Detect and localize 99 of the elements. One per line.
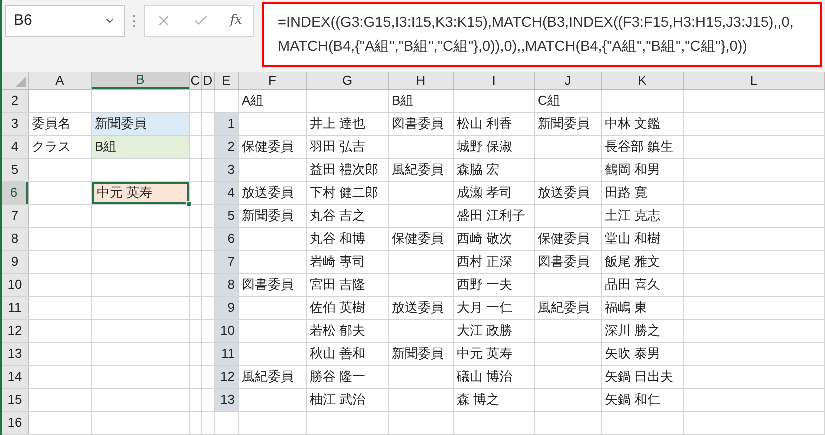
table-cell-text: 井上 達也 <box>309 115 367 134</box>
formula-text: MATCH(B4,{"A組","B組","C組"},0)),0),,MATCH(B4,{"A組","B組","C組"},0)) <box>278 38 748 56</box>
table-cell-text: 西崎 敬次 <box>456 230 514 248</box>
table-cell-text: C組 <box>537 92 562 110</box>
table-cell-text: 中元 英寿 <box>456 345 514 364</box>
table-cell-text: 勝谷 隆一 <box>309 368 367 386</box>
insert-function-button[interactable]: fx <box>230 11 242 31</box>
row-number-cell: 8 <box>215 274 238 296</box>
table-cell-text: 中林 文鑑 <box>604 115 662 134</box>
table-cell-text: 森脇 宏 <box>456 161 501 180</box>
table-cell: 中元 英寿 <box>92 182 189 204</box>
table-cell-text: 土江 克志 <box>604 207 662 226</box>
table-cell-text: 宮田 吉隆 <box>309 276 367 294</box>
row-header[interactable]: 6 <box>2 182 28 204</box>
row-header[interactable]: 8 <box>2 228 28 250</box>
table-cell-text: 新聞委員 <box>537 115 591 134</box>
table-cell-text: B組 <box>391 92 415 110</box>
table-cell-text: 風紀委員 <box>537 299 591 318</box>
row-number-cell: 10 <box>215 320 238 342</box>
row-header[interactable]: 12 <box>2 320 28 342</box>
table-cell-text: 風紀委員 <box>391 161 445 180</box>
table-cell-text: 放送委員 <box>241 184 295 202</box>
table-cell-text: 西野 一夫 <box>456 276 514 294</box>
formula-field[interactable]: =INDEX((G3:G15,I3:I15,K3:K15),MATCH(B3,INDEX((F3:F15,H3:H15,J3:J15),,0, MATCH(B4,{"A組","B組","C組"},0)),0),,MATCH(B4,{"A組","B組","C組"},0)) <box>262 2 822 67</box>
row-number-cell: 6 <box>215 228 238 250</box>
row-number-cell: 11 <box>215 343 238 365</box>
table-cell-text: 図書委員 <box>537 253 591 272</box>
row-header[interactable]: 2 <box>2 90 28 112</box>
row-header[interactable]: 14 <box>2 366 28 388</box>
table-cell-text: 松山 利香 <box>456 115 514 134</box>
row-header[interactable]: 16 <box>2 412 28 434</box>
table-cell-text: 福嶋 東 <box>604 299 649 318</box>
table-cell-text: 下村 健二郎 <box>309 184 380 202</box>
row-number-cell: 3 <box>215 159 238 181</box>
table-cell-text: 西村 正深 <box>456 253 514 272</box>
table-cell-text: 佐伯 英樹 <box>309 299 367 318</box>
table-cell-text: 放送委員 <box>537 184 591 202</box>
table-cell-text: 矢吹 泰男 <box>604 345 662 364</box>
table-cell-text: 大江 政勝 <box>456 322 514 340</box>
table-cell-text: 保健委員 <box>537 230 591 248</box>
table-cell-text: 礒山 博治 <box>456 368 514 386</box>
table-cell-text: 大月 一仁 <box>456 299 514 318</box>
row-number-cell: 12 <box>215 366 238 388</box>
table-cell-text: 風紀委員 <box>241 368 295 386</box>
table-cell-text: クラス <box>31 138 72 156</box>
table-cell-text: 矢鍋 日出夫 <box>604 368 675 386</box>
table-cell: B組 <box>92 136 189 158</box>
table-cell-text: 岩崎 專司 <box>309 253 367 272</box>
row-number-cell: 4 <box>215 182 238 204</box>
table-cell-text: 放送委員 <box>391 299 445 318</box>
table-cell-text: 深川 勝之 <box>604 322 662 340</box>
table-cell-text: 新聞委員 <box>391 345 445 364</box>
table-cell-text: 矢鍋 和仁 <box>604 391 662 410</box>
row-number-cell: 1 <box>215 113 238 135</box>
table-cell-text: 田路 寛 <box>604 184 649 202</box>
row-header[interactable]: 11 <box>2 297 28 319</box>
table-cell-text: 品田 喜久 <box>604 276 662 294</box>
table-cell-text: 成瀬 孝司 <box>456 184 514 202</box>
table-cell-text: 長谷部 鎮生 <box>604 138 675 156</box>
table-cell-text: 益田 禮次郎 <box>309 161 380 180</box>
row-number-cell: 9 <box>215 297 238 319</box>
table-cell-text: 新聞委員 <box>241 207 295 226</box>
table-cell-text: 秋山 善和 <box>309 345 367 364</box>
table-cell-text: 丸谷 和博 <box>309 230 367 248</box>
table-cell-text: 鶴岡 和男 <box>604 161 662 180</box>
table-cell-text: 図書委員 <box>241 276 295 294</box>
cell-reference: B6 <box>14 10 32 31</box>
table-cell-text: 若松 郁夫 <box>309 322 367 340</box>
table-cell-text: 森 博之 <box>456 391 501 410</box>
table-cell-text: 柚江 武治 <box>309 391 367 410</box>
table-cell-text: 保健委員 <box>241 138 295 156</box>
row-header[interactable]: 3 <box>2 113 28 135</box>
row-number-cell: 5 <box>215 205 238 227</box>
row-header[interactable]: 5 <box>2 159 28 181</box>
row-number-cell: 13 <box>215 389 238 411</box>
row-header[interactable]: 9 <box>2 251 28 273</box>
row-header[interactable]: 7 <box>2 205 28 227</box>
column-header[interactable]: B <box>92 72 189 89</box>
table-cell: 新聞委員 <box>92 113 189 135</box>
table-cell-text: 保健委員 <box>391 230 445 248</box>
row-number-cell: 2 <box>215 136 238 158</box>
table-cell-text: 城野 保淑 <box>456 138 514 156</box>
row-number-cell: 7 <box>215 251 238 273</box>
row-header[interactable]: 13 <box>2 343 28 365</box>
table-cell-text: 飯尾 雅文 <box>604 253 662 272</box>
row-header[interactable]: 10 <box>2 274 28 296</box>
vertical-dots-icon <box>133 15 136 27</box>
table-cell-text: 堂山 和樹 <box>604 230 662 248</box>
table-cell-text: A組 <box>241 92 265 110</box>
table-cell-text: 丸谷 吉之 <box>309 207 367 226</box>
row-header[interactable]: 4 <box>2 136 28 158</box>
fill-handle[interactable] <box>186 201 192 207</box>
name-box[interactable]: B6 <box>5 5 125 37</box>
table-cell-text: 盛田 江利子 <box>456 207 527 226</box>
table-cell-text: 図書委員 <box>391 115 445 134</box>
table-cell-text: 羽田 弘吉 <box>309 138 367 156</box>
table-cell-text: 委員名 <box>31 115 72 134</box>
row-header[interactable]: 15 <box>2 389 28 411</box>
formula-text: =INDEX((G3:G15,I3:I15,K3:K15),MATCH(B3,INDEX((F3:F15,H3:H15,J3:J15),,0, <box>278 14 795 32</box>
